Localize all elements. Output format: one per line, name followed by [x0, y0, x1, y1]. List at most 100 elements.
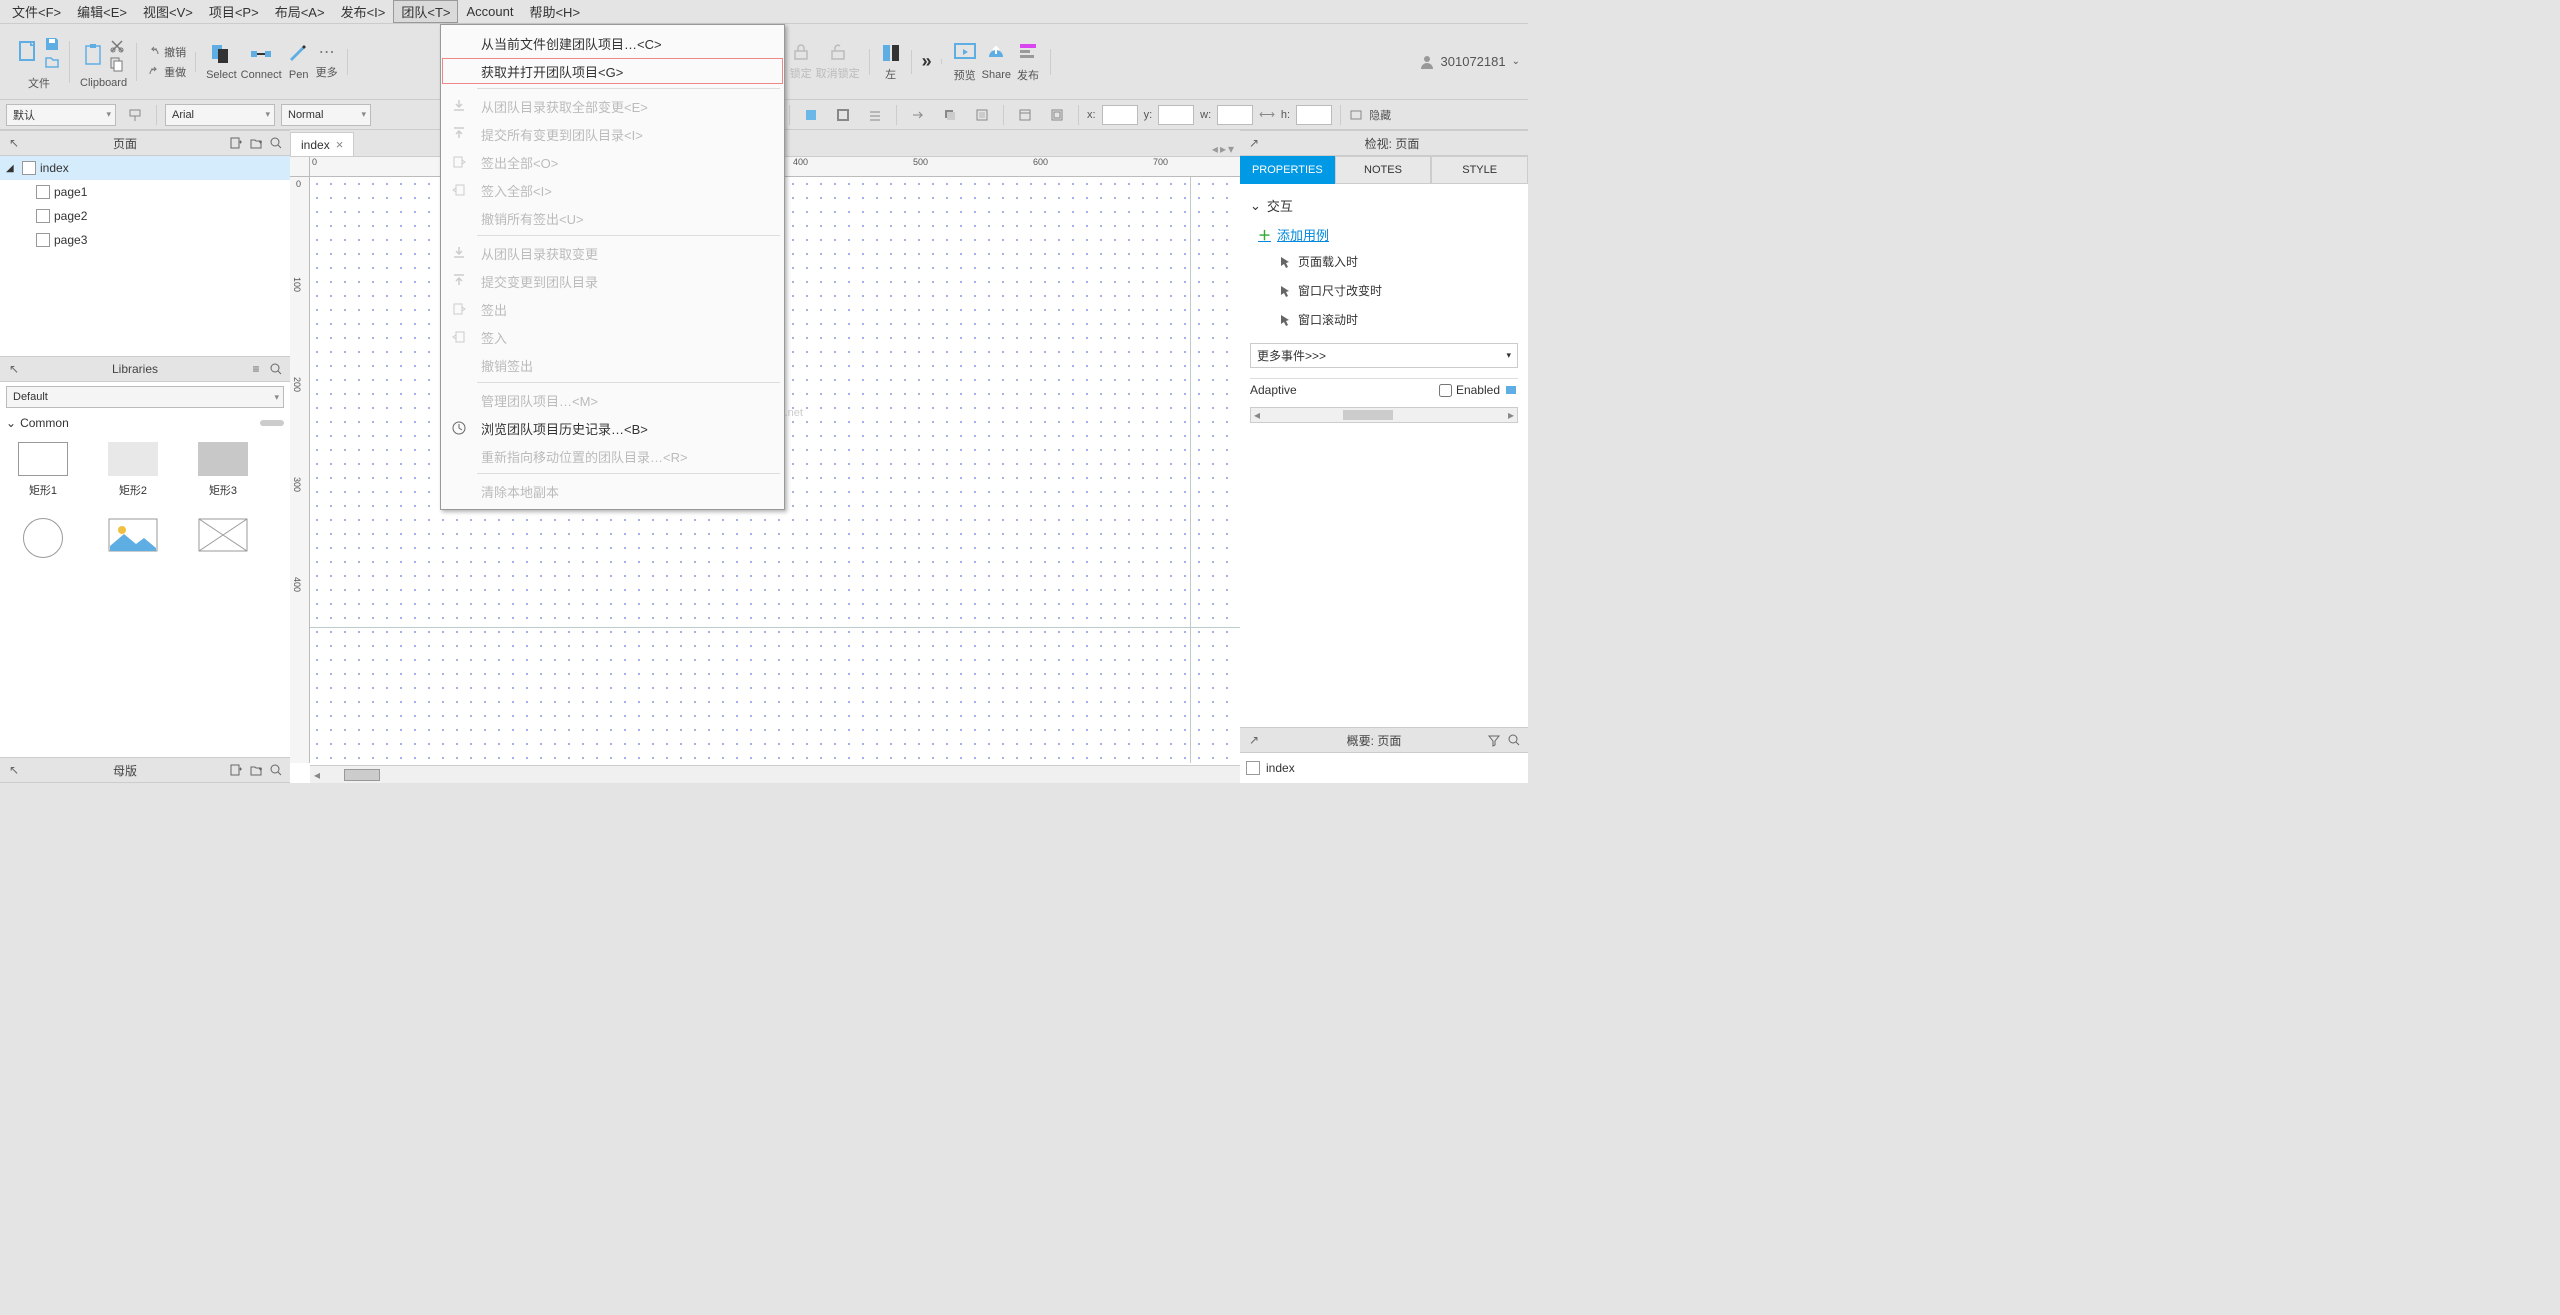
tab-properties[interactable]: PROPERTIES: [1240, 156, 1335, 184]
account-menu[interactable]: 301072181 ⌄: [1419, 54, 1520, 70]
paste-icon[interactable]: [83, 42, 105, 68]
page-row-page1[interactable]: page1: [0, 180, 290, 204]
expand-arrow-icon[interactable]: ◢: [6, 163, 18, 174]
scroll-left-arrow[interactable]: ◂: [310, 768, 324, 782]
page-row-page3[interactable]: page3: [0, 228, 290, 252]
interactions-section[interactable]: ⌄交互: [1250, 192, 1518, 219]
menu-view[interactable]: 视图<V>: [135, 0, 201, 23]
widget-rect2[interactable]: 矩形2: [98, 442, 168, 498]
search-icon[interactable]: [268, 135, 284, 151]
tab-notes[interactable]: NOTES: [1335, 156, 1432, 184]
menu-edit[interactable]: 编辑<E>: [69, 0, 135, 23]
more-icon[interactable]: ⋯: [319, 42, 335, 62]
widget-ellipse[interactable]: [8, 518, 78, 558]
settings-icon[interactable]: [1504, 383, 1518, 397]
tab-scroll-left[interactable]: ◂: [1212, 142, 1218, 156]
menu-project[interactable]: 项目<P>: [201, 0, 267, 23]
menu-icon[interactable]: ≡: [248, 361, 264, 377]
event-window-resize[interactable]: 窗口尺寸改变时: [1250, 279, 1518, 302]
collapse-icon[interactable]: ↖: [6, 361, 22, 377]
preset-select[interactable]: 默认: [6, 104, 116, 126]
lock-icon[interactable]: [790, 41, 812, 63]
collapse-icon[interactable]: ↖: [6, 762, 22, 778]
event-window-scroll[interactable]: 窗口滚动时: [1250, 308, 1518, 331]
page-row-index[interactable]: ◢ index: [0, 156, 290, 180]
menu-account[interactable]: Account: [458, 2, 521, 21]
menu-team[interactable]: 团队<T>: [393, 0, 458, 23]
menu-create-team-project[interactable]: 从当前文件创建团队项目…<C>: [441, 29, 784, 57]
tab-scroll-right[interactable]: ▸: [1220, 142, 1226, 156]
add-folder-icon[interactable]: [248, 762, 264, 778]
more-events-select[interactable]: 更多事件>>>▾: [1250, 343, 1518, 368]
tab-list-dropdown[interactable]: ▾: [1228, 142, 1234, 156]
shadow-outer-btn[interactable]: [937, 104, 963, 126]
search-icon[interactable]: [268, 361, 284, 377]
preview-icon[interactable]: [952, 39, 978, 65]
menu-file[interactable]: 文件<F>: [4, 0, 69, 23]
add-folder-icon[interactable]: [248, 135, 264, 151]
weight-select[interactable]: Normal: [281, 104, 371, 126]
menu-help[interactable]: 帮助<H>: [521, 0, 588, 23]
menu-browse-history[interactable]: 浏览团队项目历史记录…<B>: [441, 414, 784, 442]
menu-layout[interactable]: 布局<A>: [267, 0, 333, 23]
search-icon[interactable]: [268, 762, 284, 778]
font-select[interactable]: Arial: [165, 104, 275, 126]
library-section-common[interactable]: ⌄Common: [0, 412, 290, 434]
horizontal-scrollbar[interactable]: ◂: [310, 765, 1240, 783]
lock-aspect-icon[interactable]: ⟷: [1259, 108, 1275, 121]
widget-placeholder[interactable]: [188, 518, 258, 558]
scroll-handle[interactable]: [260, 420, 284, 426]
w-input[interactable]: [1217, 105, 1253, 125]
widget-rect3[interactable]: 矩形3: [188, 442, 258, 498]
event-page-load[interactable]: 页面载入时: [1250, 250, 1518, 273]
copy-icon[interactable]: [109, 56, 125, 72]
enabled-checkbox[interactable]: [1439, 384, 1452, 397]
collapse-icon[interactable]: ↖: [6, 135, 22, 151]
widget-image[interactable]: [98, 518, 168, 558]
y-input[interactable]: [1158, 105, 1194, 125]
x-input[interactable]: [1102, 105, 1138, 125]
open-icon[interactable]: [44, 54, 60, 70]
new-file-icon[interactable]: [18, 40, 40, 66]
tab-style[interactable]: STYLE: [1431, 156, 1528, 184]
scrollbar-thumb[interactable]: [344, 769, 380, 781]
share-icon[interactable]: [983, 41, 1009, 67]
toolbar-overflow-button[interactable]: »: [922, 51, 932, 72]
undo-button[interactable]: 撤销: [147, 44, 186, 60]
save-icon[interactable]: [44, 36, 60, 52]
adaptive-scrollbar[interactable]: ◂ ▸: [1250, 407, 1518, 423]
h-input[interactable]: [1296, 105, 1332, 125]
padding-all-btn[interactable]: [1044, 104, 1070, 126]
line-width-btn[interactable]: [862, 104, 888, 126]
add-case-link[interactable]: ＋添加用例: [1250, 225, 1518, 244]
filter-icon[interactable]: [1486, 732, 1502, 748]
menu-publish[interactable]: 发布<I>: [333, 0, 394, 23]
align-left-icon[interactable]: [880, 42, 902, 64]
close-icon[interactable]: ×: [336, 137, 344, 152]
widget-rect1[interactable]: 矩形1: [8, 442, 78, 498]
add-page-icon[interactable]: [228, 135, 244, 151]
connect-icon[interactable]: [248, 41, 274, 67]
visibility-icon[interactable]: [1349, 108, 1363, 122]
menu-get-open-team-project[interactable]: 获取并打开团队项目<G>: [441, 57, 784, 85]
search-icon[interactable]: [1506, 732, 1522, 748]
collapse-icon[interactable]: ↗: [1246, 135, 1262, 151]
outline-item-index[interactable]: index: [1246, 759, 1522, 777]
redo-button[interactable]: 重做: [147, 64, 186, 80]
shadow-inner-btn[interactable]: [969, 104, 995, 126]
padding-top-btn[interactable]: [1012, 104, 1038, 126]
fill-color-btn[interactable]: [798, 104, 824, 126]
tab-index[interactable]: index×: [290, 132, 354, 156]
pen-icon[interactable]: [286, 41, 312, 67]
select-icon[interactable]: [208, 41, 234, 67]
unlock-icon[interactable]: [827, 41, 849, 63]
collapse-icon[interactable]: ↗: [1246, 732, 1262, 748]
line-arrow-btn[interactable]: [905, 104, 931, 126]
library-select[interactable]: Default: [6, 386, 284, 408]
cut-icon[interactable]: [109, 38, 125, 54]
paint-format-icon[interactable]: [122, 104, 148, 126]
border-color-btn[interactable]: [830, 104, 856, 126]
publish-icon[interactable]: [1015, 39, 1041, 65]
add-master-icon[interactable]: [228, 762, 244, 778]
page-row-page2[interactable]: page2: [0, 204, 290, 228]
